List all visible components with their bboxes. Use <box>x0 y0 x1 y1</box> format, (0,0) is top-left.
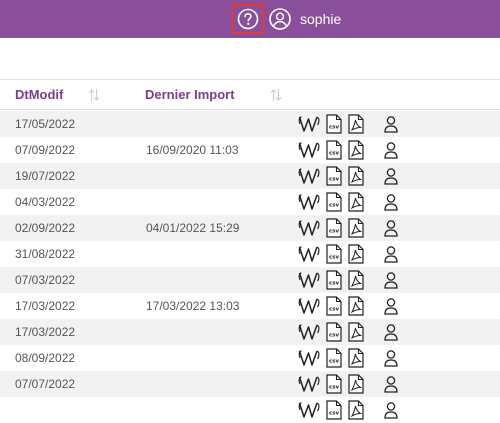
svg-text:csv: csv <box>329 125 340 131</box>
dtmodif-cell: 17/03/2022 <box>15 299 76 313</box>
csv-file-icon[interactable]: csv <box>326 140 342 160</box>
table-row: 02/09/2022 04/01/2022 15:29 csv <box>0 215 500 241</box>
table-row: 31/08/2022 csv <box>0 241 500 267</box>
user-icon[interactable] <box>383 192 399 212</box>
csv-file-icon[interactable]: csv <box>326 296 342 316</box>
dtmodif-cell: 31/08/2022 <box>15 247 76 261</box>
word-icon[interactable] <box>298 374 320 394</box>
word-icon[interactable] <box>298 218 320 238</box>
pdf-file-icon[interactable] <box>348 296 364 316</box>
svg-text:csv: csv <box>329 281 340 287</box>
dtmodif-cell: 17/05/2022 <box>15 117 76 131</box>
table-row: 17/03/2022 csv <box>0 319 500 345</box>
word-icon[interactable] <box>298 348 320 368</box>
word-icon[interactable] <box>298 192 320 212</box>
user-icon[interactable] <box>383 374 399 394</box>
dtmodif-cell: 07/03/2022 <box>15 273 76 287</box>
pdf-file-icon[interactable] <box>348 114 364 134</box>
user-icon[interactable] <box>383 244 399 264</box>
user-icon[interactable] <box>383 218 399 238</box>
user-icon[interactable] <box>383 166 399 186</box>
table-row: 19/07/2022 csv <box>0 163 500 189</box>
word-icon[interactable] <box>298 296 320 316</box>
word-icon[interactable] <box>298 244 320 264</box>
dernier-import-cell: 17/03/2022 13:03 <box>146 299 240 313</box>
table-row: 17/05/2022 csv <box>0 111 500 137</box>
word-icon[interactable] <box>298 140 320 160</box>
word-icon[interactable] <box>298 114 320 134</box>
dernier-import-cell: 04/01/2022 15:29 <box>146 221 240 235</box>
svg-text:csv: csv <box>329 255 340 261</box>
user-icon[interactable] <box>383 270 399 290</box>
pdf-file-icon[interactable] <box>348 348 364 368</box>
column-header-dtmodif[interactable]: DtModif <box>15 80 63 109</box>
csv-file-icon[interactable]: csv <box>326 244 342 264</box>
svg-text:csv: csv <box>329 151 340 157</box>
svg-text:csv: csv <box>329 307 340 313</box>
csv-file-icon[interactable]: csv <box>326 400 342 420</box>
column-header-dernier-import[interactable]: Dernier Import <box>145 80 235 109</box>
user-icon[interactable] <box>383 296 399 316</box>
sort-arrows-icon[interactable] <box>88 88 100 102</box>
csv-file-icon[interactable]: csv <box>326 322 342 342</box>
dernier-import-cell: 16/09/2020 11:03 <box>146 143 239 157</box>
pdf-file-icon[interactable] <box>348 244 364 264</box>
csv-file-icon[interactable]: csv <box>326 114 342 134</box>
table-body: 17/05/2022 csv 07/09/2022 16/09/2020 11:03 c… <box>0 111 500 423</box>
user-icon[interactable] <box>383 114 399 134</box>
table-row: csv <box>0 397 500 423</box>
dtmodif-cell: 07/09/2022 <box>15 143 76 157</box>
csv-file-icon[interactable]: csv <box>326 218 342 238</box>
word-icon[interactable] <box>298 270 320 290</box>
csv-file-icon[interactable]: csv <box>326 270 342 290</box>
dtmodif-cell: 04/03/2022 <box>15 195 76 209</box>
svg-text:csv: csv <box>329 333 340 339</box>
csv-file-icon[interactable]: csv <box>326 374 342 394</box>
csv-file-icon[interactable]: csv <box>326 348 342 368</box>
svg-text:csv: csv <box>329 411 340 417</box>
user-icon[interactable] <box>383 140 399 160</box>
svg-text:csv: csv <box>329 385 340 391</box>
pdf-file-icon[interactable] <box>348 374 364 394</box>
table-row: 07/09/2022 16/09/2020 11:03 csv <box>0 137 500 163</box>
word-icon[interactable] <box>298 400 320 420</box>
pdf-file-icon[interactable] <box>348 322 364 342</box>
pdf-file-icon[interactable] <box>348 400 364 420</box>
table-row: 07/07/2022 csv <box>0 371 500 397</box>
dtmodif-cell: 07/07/2022 <box>15 377 76 391</box>
svg-text:csv: csv <box>329 177 340 183</box>
csv-file-icon[interactable]: csv <box>326 166 342 186</box>
pdf-file-icon[interactable] <box>348 270 364 290</box>
username-label[interactable]: sophie <box>300 9 341 29</box>
table-row: 17/03/2022 17/03/2022 13:03 csv <box>0 293 500 319</box>
user-icon[interactable] <box>383 400 399 420</box>
dtmodif-cell: 19/07/2022 <box>15 169 76 183</box>
dtmodif-cell: 08/09/2022 <box>15 351 76 365</box>
dtmodif-cell: 02/09/2022 <box>15 221 76 235</box>
user-icon[interactable] <box>383 322 399 342</box>
table-row: 04/03/2022 csv <box>0 189 500 215</box>
word-icon[interactable] <box>298 166 320 186</box>
top-bar: sophie <box>0 0 500 38</box>
table-row: 07/03/2022 csv <box>0 267 500 293</box>
pdf-file-icon[interactable] <box>348 140 364 160</box>
dtmodif-cell: 17/03/2022 <box>15 325 76 339</box>
user-circle-icon[interactable] <box>269 8 291 30</box>
pdf-file-icon[interactable] <box>348 218 364 238</box>
user-icon[interactable] <box>383 348 399 368</box>
svg-text:csv: csv <box>329 203 340 209</box>
pdf-file-icon[interactable] <box>348 192 364 212</box>
word-icon[interactable] <box>298 322 320 342</box>
table-row: 08/09/2022 csv <box>0 345 500 371</box>
svg-text:csv: csv <box>329 359 340 365</box>
svg-text:csv: csv <box>329 229 340 235</box>
table-header: DtModif Dernier Import <box>0 79 500 110</box>
sort-arrows-icon[interactable] <box>270 88 282 102</box>
csv-file-icon[interactable]: csv <box>326 192 342 212</box>
pdf-file-icon[interactable] <box>348 166 364 186</box>
help-button[interactable] <box>231 4 264 34</box>
question-circle-icon <box>237 8 258 30</box>
